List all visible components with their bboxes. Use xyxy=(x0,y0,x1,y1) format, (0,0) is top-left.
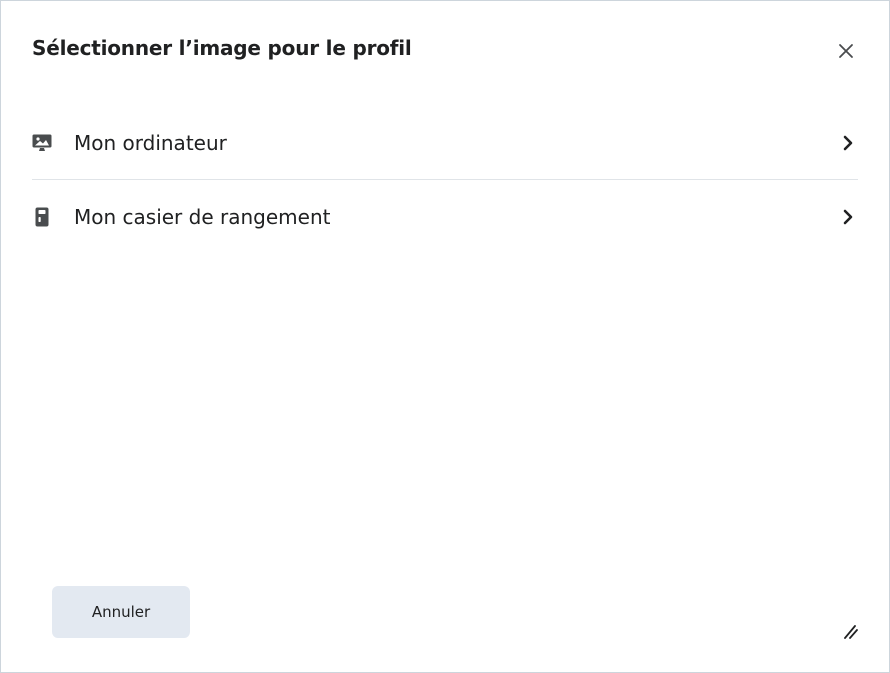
source-options-list: Mon ordinateur Mon casier de rangement xyxy=(32,106,858,253)
option-label: Mon casier de rangement xyxy=(74,204,331,229)
select-profile-image-dialog: Sélectionner l’image pour le profil Mon … xyxy=(0,0,890,673)
option-my-locker[interactable]: Mon casier de rangement xyxy=(32,180,858,253)
option-my-computer[interactable]: Mon ordinateur xyxy=(32,106,858,180)
computer-image-icon xyxy=(32,133,52,153)
chevron-right-icon xyxy=(838,133,858,153)
option-label: Mon ordinateur xyxy=(74,130,227,155)
dialog-title: Sélectionner l’image pour le profil xyxy=(32,36,412,60)
cancel-button[interactable]: Annuler xyxy=(52,586,190,638)
chevron-right-icon xyxy=(838,207,858,227)
close-icon xyxy=(839,44,853,58)
close-button[interactable] xyxy=(829,34,863,68)
resize-handle-icon[interactable] xyxy=(839,620,861,642)
locker-icon xyxy=(32,207,52,227)
